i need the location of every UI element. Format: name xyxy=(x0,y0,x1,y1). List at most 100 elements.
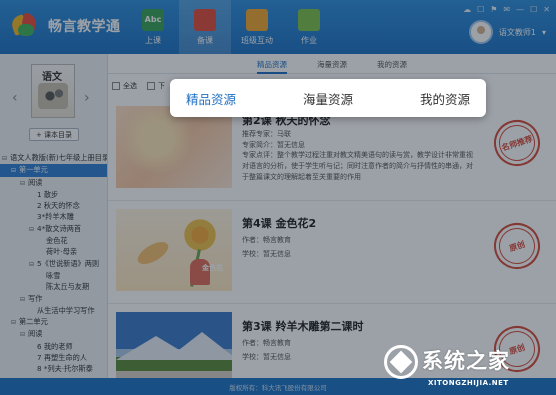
tree-item-label: 写作 xyxy=(28,293,43,303)
minimize-icon[interactable]: — xyxy=(516,5,524,14)
popup-premium[interactable]: 精品资源 xyxy=(186,89,236,108)
tree-item[interactable]: ⊟ 写作 xyxy=(0,293,107,305)
resource-thumbnail[interactable]: 金色花 xyxy=(116,209,232,291)
nav-label: 备课 xyxy=(197,35,213,45)
select-all[interactable]: 全选 xyxy=(112,81,137,91)
nav-item-class[interactable]: Abc 上课 xyxy=(127,0,179,54)
mail-icon[interactable]: ✉ xyxy=(503,5,510,14)
close-icon[interactable]: ✕ xyxy=(543,5,550,14)
book-cover-title: 语文 xyxy=(42,72,62,83)
collapse-toggle-icon[interactable]: ⊟ xyxy=(29,259,37,270)
tree-item[interactable]: 8 *列夫·托尔斯泰 xyxy=(0,363,107,374)
app-logo: 畅言教学通 xyxy=(8,12,121,40)
watermark-title: 系统之家 xyxy=(422,350,510,373)
flag-icon[interactable]: ⚑ xyxy=(490,5,497,14)
nav-item-homework[interactable]: 作业 xyxy=(283,0,335,54)
tree-item-label: 金色花 xyxy=(46,236,68,246)
collapse-toggle-icon[interactable]: ⊟ xyxy=(11,165,19,176)
tree-item-label: 陈太丘与友期 xyxy=(46,282,90,292)
tree-item[interactable]: 金色花 xyxy=(0,235,107,246)
stamp-text: 原创 xyxy=(508,239,526,253)
resource-thumbnail[interactable] xyxy=(116,106,232,188)
nav-item-interaction[interactable]: 班级互动 xyxy=(231,0,283,54)
original-stamp: 原创 xyxy=(488,217,546,275)
resource-author: 作者：畅言教育 xyxy=(242,339,291,347)
resource-description: 专家点评：整个教学过程注重对教文精美语句的读与赏，教学设计非常重视对语言的分析，… xyxy=(242,151,473,181)
nav-label: 班级互动 xyxy=(241,35,273,45)
tree-item-label: 7 再塑生命的人 xyxy=(37,353,87,363)
tree-item-label: 语文人教版(新)七年级上册目录 xyxy=(10,153,108,162)
tree-item[interactable]: 2 秋天的怀念 xyxy=(0,200,107,211)
tree-item[interactable]: 从生活中学习写作 xyxy=(0,305,107,316)
tree-item[interactable]: 咏雪 xyxy=(0,270,107,281)
sidebar: ‹ 语文 › + 课本目录 ⊟ 语文人教版(新)七年级上册目录 ⊟ 第一单元 ⊟ 阅读 1 … xyxy=(0,54,108,378)
user-menu[interactable]: 语文教师1 ▾ xyxy=(468,20,546,44)
tree-item[interactable]: ⊟ 第一单元 xyxy=(0,164,107,177)
collapse-toggle-icon[interactable]: ⊟ xyxy=(11,317,19,328)
tree-item-label: 3*羚羊木雕 xyxy=(37,212,74,222)
tree-item-label: 第一单元 xyxy=(19,165,48,175)
collapse-toggle-icon[interactable]: ⊟ xyxy=(2,153,10,164)
checkbox-icon xyxy=(112,82,120,90)
tree-item-label: 荷叶·母亲 xyxy=(46,247,78,257)
cloud-icon[interactable]: ☁ xyxy=(463,5,471,14)
tree-item-label: 1 散步 xyxy=(37,189,59,199)
abc-board-icon: Abc xyxy=(142,8,164,31)
tree-item[interactable]: 荷叶·母亲 xyxy=(0,246,107,257)
resource-title[interactable]: 第3课 羚羊木雕第二课时 xyxy=(242,318,363,334)
catalog-button[interactable]: + 课本目录 xyxy=(29,128,79,141)
tab-mine[interactable]: 我的资源 xyxy=(377,54,407,74)
popup-massive[interactable]: 海量资源 xyxy=(303,89,353,108)
tree-item[interactable]: 1 散步 xyxy=(0,189,107,200)
username: 语文教师1 xyxy=(498,27,536,37)
tree-item[interactable]: ⊟ 阅读 xyxy=(0,328,107,340)
homework-icon xyxy=(298,8,320,31)
resource-author: 作者：畅言教育 xyxy=(242,236,291,244)
tree-item[interactable]: ⊟ 第二单元 xyxy=(0,316,107,328)
chevron-down-icon: ▾ xyxy=(541,27,546,37)
app-header: 畅言教学通 Abc 上课 备课 班级互动 作业 ☁ ☐ ⚑ ✉ — ☐ ✕ 语文… xyxy=(0,0,556,54)
resource-item[interactable]: 金色花 第4课 金色花2 作者：畅言教育 学校：暂无信息 原创 xyxy=(108,201,556,304)
watermark-url: XITONGZHIJIA.NET xyxy=(428,379,509,387)
tree-item-label: 阅读 xyxy=(28,177,43,187)
tab-callout-popup: 精品资源 海量资源 我的资源 xyxy=(170,79,486,117)
resource-author: 推荐专家：马联 xyxy=(242,130,291,138)
resource-tabs: 精品资源 海量资源 我的资源 xyxy=(108,54,556,74)
tree-item[interactable]: ⊟ 阅读 xyxy=(0,177,107,189)
collapse-toggle-icon[interactable]: ⊟ xyxy=(29,224,37,235)
tree-item[interactable]: 陈太丘与友期 xyxy=(0,281,107,292)
recommend-stamp: 名师推荐 xyxy=(488,114,546,172)
tab-premium[interactable]: 精品资源 xyxy=(257,54,287,74)
tab-massive[interactable]: 海量资源 xyxy=(317,54,347,74)
tree-item[interactable]: ⊟ 5《世说新语》两则 xyxy=(0,258,107,270)
tree-item[interactable]: ⊟ 语文人教版(新)七年级上册目录 xyxy=(0,152,108,164)
main-nav: Abc 上课 备课 班级互动 作业 xyxy=(127,0,335,54)
nav-item-prepare[interactable]: 备课 xyxy=(179,0,231,54)
tree-item-label: 8 *列夫·托尔斯泰 xyxy=(37,364,93,374)
chevron-right-icon[interactable]: › xyxy=(84,90,90,106)
nav-label: 上课 xyxy=(145,35,161,45)
resource-school: 学校：暂无信息 xyxy=(242,353,291,361)
avatar xyxy=(468,20,493,44)
window-controls: ☁ ☐ ⚑ ✉ — ☐ ✕ xyxy=(463,5,550,14)
tree-item[interactable]: 6 我的老师 xyxy=(0,341,107,352)
resource-title[interactable]: 第4课 金色花2 xyxy=(242,215,316,231)
collapse-toggle-icon[interactable]: ⊟ xyxy=(20,294,28,305)
collapse-toggle-icon[interactable]: ⊟ xyxy=(20,178,28,189)
book-icon xyxy=(194,8,216,31)
tree-item[interactable]: 3*羚羊木雕 xyxy=(0,211,107,222)
screen-icon[interactable]: ☐ xyxy=(477,5,484,14)
tree-item[interactable]: 7 再塑生命的人 xyxy=(0,352,107,363)
maximize-icon[interactable]: ☐ xyxy=(530,5,537,14)
tree-item-label: 咏雪 xyxy=(46,270,61,280)
book-cover[interactable]: 语文 xyxy=(31,64,75,118)
tree-item-label: 第二单元 xyxy=(19,317,48,327)
popup-mine[interactable]: 我的资源 xyxy=(420,89,470,108)
tree-item[interactable]: ⊟ 4*散文诗两首 xyxy=(0,223,107,235)
collapse-toggle-icon[interactable]: ⊟ xyxy=(20,329,28,340)
chevron-left-icon[interactable]: ‹ xyxy=(12,90,18,106)
tree-item-label: 4*散文诗两首 xyxy=(37,223,82,233)
download-filter[interactable]: 下 xyxy=(147,81,165,91)
copyright-text: 版权所有：科大讯飞股份有限公司 xyxy=(229,383,327,392)
thumbnail-caption: 金色花 xyxy=(202,264,223,272)
